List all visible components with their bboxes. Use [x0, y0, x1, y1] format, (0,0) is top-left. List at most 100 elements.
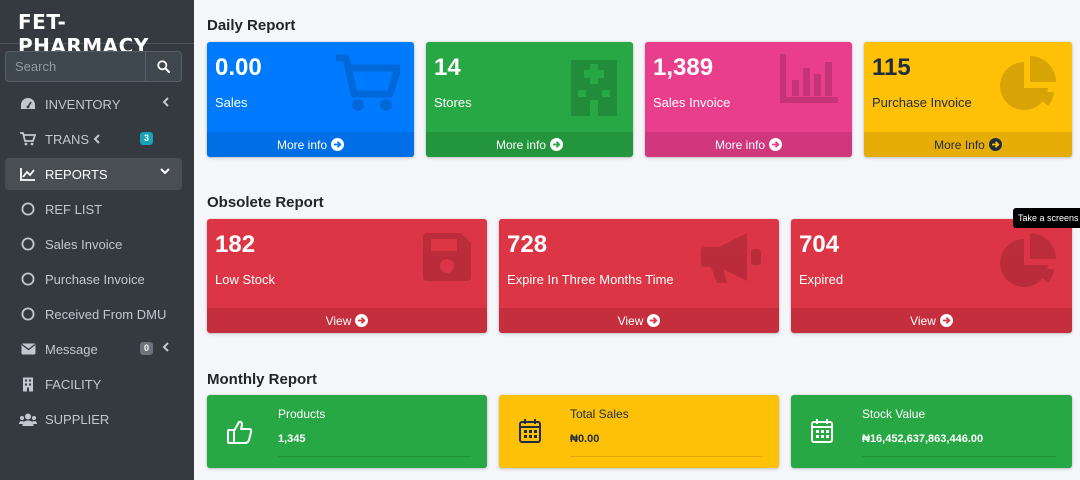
- box-value: 728: [507, 231, 548, 258]
- pie-chart-icon: [1000, 233, 1056, 287]
- gauge-icon: [19, 96, 37, 112]
- bar-chart-icon: [780, 54, 838, 103]
- more-info-label: More Info: [934, 137, 985, 152]
- users-icon: [19, 411, 37, 427]
- more-info-label: More info: [495, 137, 547, 152]
- expired-box: 704 Expired View: [791, 219, 1072, 333]
- sidebar-item-ref-list[interactable]: REF LIST: [5, 193, 182, 225]
- sales-box: 0.00 Sales More info: [207, 42, 414, 157]
- monthly-report-title: Monthly Report: [207, 371, 317, 388]
- sidebar-item-supplier[interactable]: SUPPLIER: [5, 403, 182, 435]
- more-info-label: More info: [276, 137, 328, 152]
- arrow-circle-right-icon: [988, 138, 1002, 151]
- more-info-link[interactable]: More info: [207, 132, 414, 157]
- view-link[interactable]: View: [499, 308, 779, 333]
- sidebar-search: [5, 51, 182, 82]
- thumbs-up-icon: [227, 420, 253, 444]
- view-label: View: [617, 313, 644, 328]
- building-icon: [19, 376, 37, 392]
- box-value: 182: [215, 231, 256, 258]
- low-stock-box: 182 Low Stock View: [207, 219, 487, 333]
- view-label: View: [325, 313, 352, 328]
- box-value: 0.00: [215, 54, 262, 81]
- search-icon: [157, 60, 170, 73]
- sidebar-nav: INVENTORY TRANS 3 REPORTS REF LIST Sales…: [5, 88, 182, 438]
- search-button[interactable]: [145, 51, 182, 82]
- box-value: 115: [872, 54, 911, 81]
- box-label: Expired: [799, 272, 844, 287]
- stores-box: 14 Stores More info: [426, 42, 633, 157]
- arrow-circle-right-icon: [939, 314, 953, 327]
- brand-title[interactable]: FET-PHARMACY: [0, 0, 194, 58]
- sidebar-item-label: REF LIST: [45, 201, 103, 217]
- chevron-left-icon: [93, 134, 100, 144]
- cart-icon: [336, 54, 400, 111]
- sidebar-item-message[interactable]: Message 0: [5, 333, 182, 365]
- info-title: Total Sales: [570, 407, 629, 421]
- more-info-link[interactable]: More info: [426, 132, 633, 157]
- view-link[interactable]: View: [207, 308, 487, 333]
- sidebar-item-label: SUPPLIER: [45, 411, 110, 427]
- sidebar-item-label: Received From DMU: [45, 306, 167, 322]
- circle-icon: [19, 236, 37, 252]
- purchase-invoice-box: 115 Purchase Invoice More Info: [864, 42, 1072, 157]
- circle-icon: [19, 201, 37, 217]
- sidebar-item-sales-invoice[interactable]: Sales Invoice: [5, 228, 182, 260]
- screenshot-tooltip: Take a screens: [1013, 208, 1080, 228]
- box-label: Sales Invoice: [653, 95, 731, 110]
- progress-line: [862, 456, 1056, 457]
- info-value: ₦16,452,637,863,446.00: [862, 433, 984, 445]
- sidebar-item-label: INVENTORY: [45, 96, 121, 112]
- sidebar-item-facility[interactable]: FACILITY: [5, 368, 182, 400]
- arrow-circle-right-icon: [550, 138, 564, 151]
- box-value: 704: [799, 231, 840, 258]
- circle-icon: [19, 306, 37, 322]
- expire-three-months-box: 728 Expire In Three Months Time View: [499, 219, 779, 333]
- chevron-left-icon: [162, 342, 169, 352]
- more-info-link[interactable]: More info: [645, 132, 852, 157]
- cart-icon: [19, 131, 37, 147]
- products-box: Products 1,345: [207, 395, 487, 468]
- box-label: Stores: [434, 95, 472, 110]
- sidebar-item-inventory[interactable]: INVENTORY: [5, 88, 182, 120]
- box-label: Purchase Invoice: [872, 95, 972, 110]
- sidebar-item-label: Purchase Invoice: [45, 271, 145, 287]
- sales-invoice-box: 1,389 Sales Invoice More info: [645, 42, 852, 157]
- total-sales-box: Total Sales ₦0.00: [499, 395, 779, 468]
- pie-chart-icon: [1000, 56, 1056, 110]
- info-value: 1,345: [278, 433, 306, 445]
- info-value: ₦0.00: [570, 433, 600, 445]
- save-icon: [423, 233, 471, 281]
- calendar-icon: [519, 419, 541, 443]
- message-badge: 0: [139, 342, 153, 355]
- more-info-link[interactable]: More Info: [864, 132, 1072, 157]
- view-label: View: [910, 313, 936, 328]
- box-value: 14: [434, 54, 461, 81]
- sidebar-item-received-from-dmu[interactable]: Received From DMU: [5, 298, 182, 330]
- progress-line: [570, 456, 763, 457]
- progress-line: [278, 456, 471, 457]
- info-title: Stock Value: [862, 407, 926, 421]
- circle-icon: [19, 271, 37, 287]
- arrow-circle-right-icon: [647, 314, 661, 327]
- sidebar-item-purchase-invoice[interactable]: Purchase Invoice: [5, 263, 182, 295]
- arrow-circle-right-icon: [769, 138, 783, 151]
- info-title: Products: [278, 407, 326, 421]
- chevron-down-icon: [160, 168, 170, 175]
- view-link[interactable]: View: [791, 308, 1072, 333]
- daily-report-title: Daily Report: [207, 17, 296, 34]
- sidebar-item-label: FACILITY: [45, 376, 102, 392]
- box-label: Sales: [215, 95, 248, 110]
- bullhorn-icon: [701, 233, 761, 283]
- obsolete-report-title: Obsolete Report: [207, 194, 324, 211]
- sidebar: FET-PHARMACY INVENTORY TRANS 3 REPORTS R…: [0, 0, 194, 480]
- sidebar-item-label: REPORTS: [45, 166, 108, 182]
- hospital-icon: [571, 60, 617, 116]
- sidebar-item-label: Sales Invoice: [45, 236, 123, 252]
- search-input[interactable]: [5, 51, 145, 82]
- box-label: Low Stock: [215, 272, 275, 287]
- sidebar-item-label: TRANS: [45, 131, 90, 147]
- calendar-icon: [811, 419, 833, 443]
- sidebar-item-reports[interactable]: REPORTS: [5, 158, 182, 190]
- sidebar-item-trans[interactable]: TRANS 3: [5, 123, 182, 155]
